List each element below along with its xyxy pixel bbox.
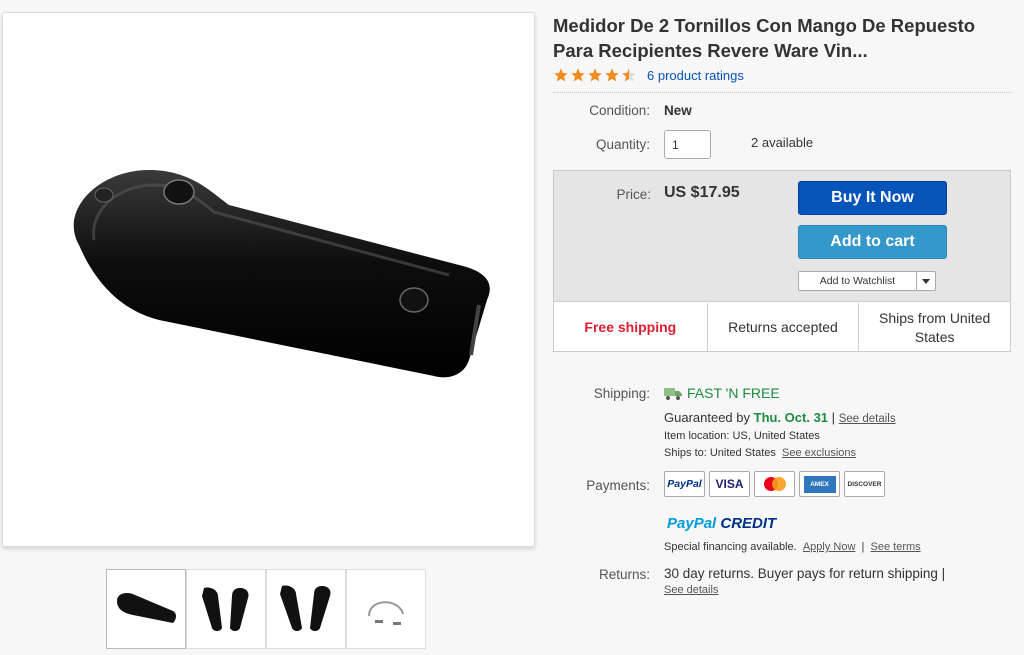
see-terms-link[interactable]: See terms [871, 541, 921, 553]
mastercard-icon [754, 471, 795, 497]
buy-box: Price: US $17.95 Buy It Now Add to cart … [553, 170, 1011, 352]
product-rating: 6 product ratings [553, 67, 744, 83]
thumbnail-3[interactable] [266, 569, 346, 649]
payment-methods: PayPal VISA AMEX DISCOVER [664, 471, 889, 497]
discover-icon: DISCOVER [844, 471, 885, 497]
truck-icon [664, 387, 682, 400]
ships-to: Ships to: United States See exclusions [664, 447, 856, 459]
fast-n-free: FAST 'N FREE [664, 385, 780, 401]
paypal-icon: PayPal [664, 471, 705, 497]
add-to-watchlist-button[interactable]: Add to Watchlist [798, 271, 917, 291]
shipping-label: Shipping: [593, 386, 650, 401]
quantity-input[interactable] [664, 130, 711, 159]
condition-value: New [664, 103, 692, 118]
product-ratings-link[interactable]: 6 product ratings [647, 68, 744, 83]
star-full-icon [554, 68, 568, 82]
payments-label: Payments: [586, 478, 650, 493]
add-to-cart-button[interactable]: Add to cart [798, 225, 947, 259]
guaranteed-date: Thu. Oct. 31 [753, 410, 829, 425]
ships-to-text: Ships to: United States [664, 447, 776, 459]
rating-stars [553, 67, 638, 83]
star-half-icon [622, 68, 636, 82]
star-full-icon [605, 68, 619, 82]
guaranteed-prefix: Guaranteed by [664, 410, 751, 425]
watchlist-dropdown-button[interactable] [917, 271, 936, 291]
see-exclusions-link[interactable]: See exclusions [782, 447, 856, 459]
price-label: Price: [616, 187, 651, 202]
see-details-link[interactable]: See details [839, 413, 896, 425]
buy-box-highlights: Free shipping Returns accepted Ships fro… [554, 303, 1010, 352]
amex-icon: AMEX [799, 471, 840, 497]
main-product-image[interactable] [2, 12, 535, 547]
star-full-icon [571, 68, 585, 82]
guaranteed-delivery: Guaranteed by Thu. Oct. 31 | See details [664, 410, 896, 425]
fast-n-free-text: FAST 'N FREE [687, 385, 780, 401]
returns-see-details-link[interactable]: See details [664, 584, 718, 596]
visa-icon: VISA [709, 471, 750, 497]
thumbnail-2[interactable] [186, 569, 266, 649]
quantity-label: Quantity: [595, 137, 650, 152]
product-handle-image [73, 169, 490, 377]
thumbnail-4[interactable] [346, 569, 426, 649]
condition-label: Condition: [589, 103, 650, 118]
price-value: US $17.95 [664, 184, 740, 201]
financing-text: Special financing available. [664, 541, 797, 553]
returns-accepted-badge: Returns accepted [706, 303, 859, 352]
apply-now-link[interactable]: Apply Now [803, 541, 856, 553]
returns-text: 30 day returns. Buyer pays for return sh… [664, 566, 946, 581]
returns-label: Returns: [598, 567, 650, 582]
buy-it-now-button[interactable]: Buy It Now [798, 181, 947, 215]
divider [553, 92, 1013, 93]
paypal-credit-logo: PayPal CREDIT [667, 515, 777, 532]
buy-box-actions: Price: US $17.95 Buy It Now Add to cart … [554, 171, 1010, 302]
ships-from-badge: Ships from United States [858, 303, 1010, 352]
quantity-available: 2 available [751, 135, 814, 150]
item-location: Item location: US, United States [664, 430, 820, 442]
chevron-down-icon [922, 278, 930, 284]
thumbnail-1[interactable] [106, 569, 186, 649]
thumbnail-strip [106, 569, 426, 649]
separator: | [831, 410, 836, 425]
special-financing: Special financing available. Apply Now |… [664, 541, 921, 553]
product-title: Medidor De 2 Tornillos Con Mango De Repu… [553, 15, 976, 61]
free-shipping-badge: Free shipping [584, 319, 677, 335]
star-full-icon [588, 68, 602, 82]
